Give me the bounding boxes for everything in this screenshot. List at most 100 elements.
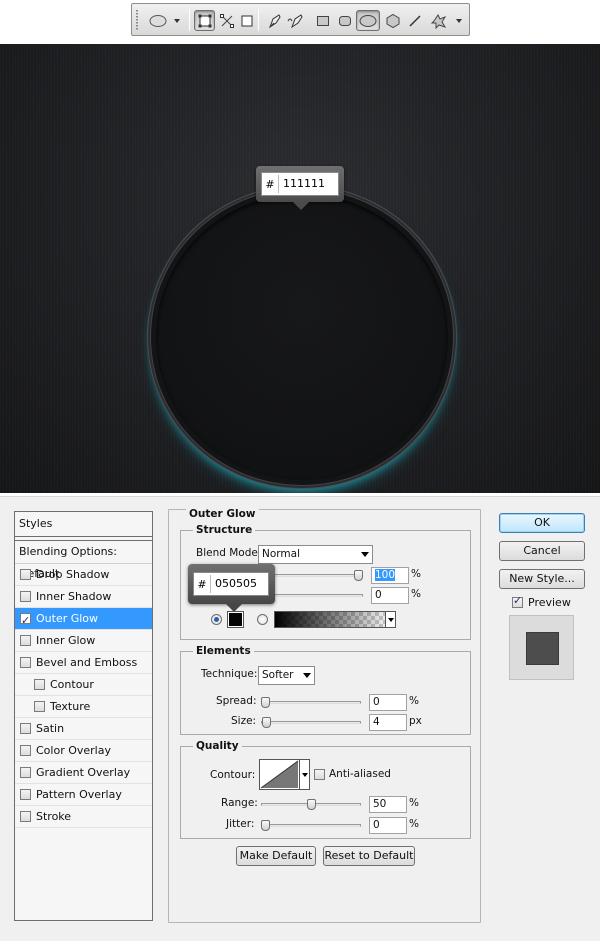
style-item-bevel-and-emboss[interactable]: Bevel and Emboss xyxy=(15,652,152,674)
style-checkbox[interactable] xyxy=(34,679,45,690)
opacity-slider-track[interactable] xyxy=(261,574,363,577)
hex-value-field[interactable]: 111111 xyxy=(278,175,335,193)
line-tool-button[interactable] xyxy=(404,10,425,31)
style-item-label: Gradient Overlay xyxy=(36,766,131,779)
ok-button[interactable]: OK xyxy=(499,513,585,533)
hex-color-callout: # 111111 xyxy=(256,166,344,210)
style-item-label: Color Overlay xyxy=(36,744,111,757)
elements-title: Elements xyxy=(193,645,254,657)
gradient-picker-dropdown[interactable] xyxy=(385,611,396,628)
style-checkbox[interactable] xyxy=(20,723,31,734)
style-checkbox[interactable] xyxy=(20,635,31,646)
style-checkbox[interactable] xyxy=(20,657,31,668)
jitter-slider-thumb[interactable] xyxy=(261,820,270,831)
style-item-satin[interactable]: Satin xyxy=(15,718,152,740)
contour-preview[interactable] xyxy=(259,759,300,790)
new-style-button[interactable]: New Style... xyxy=(499,569,585,589)
paths-button[interactable] xyxy=(216,10,237,31)
outer-glow-title: Outer Glow xyxy=(186,508,259,520)
opacity-slider-thumb[interactable] xyxy=(354,570,363,581)
custom-shape-icon xyxy=(430,13,462,29)
range-field[interactable]: 50 xyxy=(369,796,407,813)
toolbar-grip[interactable] xyxy=(136,10,138,30)
cancel-button[interactable]: Cancel xyxy=(499,541,585,561)
dark-circle-shape[interactable] xyxy=(151,189,453,485)
style-item-label: Inner Glow xyxy=(36,634,96,647)
elements-group: Elements Technique: Softer Spread: 0 % S… xyxy=(180,645,471,735)
color-hex-value-field[interactable]: 050505 xyxy=(210,575,265,593)
preview-label: Preview xyxy=(528,596,571,609)
paths-icon xyxy=(219,13,234,28)
opacity-unit: % xyxy=(411,568,421,580)
preview-checkbox[interactable] xyxy=(512,594,523,608)
pen-tool-button[interactable] xyxy=(264,10,285,31)
tool-preset-picker[interactable] xyxy=(144,10,184,31)
style-item-color-overlay[interactable]: Color Overlay xyxy=(15,740,152,762)
size-field[interactable]: 4 xyxy=(369,714,407,731)
style-item-contour[interactable]: Contour xyxy=(15,674,152,696)
glow-gradient-swatch[interactable] xyxy=(274,611,394,628)
style-checkbox[interactable] xyxy=(20,789,31,800)
size-slider-thumb[interactable] xyxy=(262,717,272,728)
opacity-field[interactable]: 100 xyxy=(371,567,409,584)
noise-unit: % xyxy=(411,588,421,600)
style-checkbox[interactable] xyxy=(20,811,31,822)
freeform-pen-icon xyxy=(287,13,303,28)
style-item-outer-glow[interactable]: Outer Glow xyxy=(15,608,152,631)
style-item-inner-glow[interactable]: Inner Glow xyxy=(15,630,152,652)
style-checkbox[interactable] xyxy=(34,701,45,712)
shape-layers-button[interactable] xyxy=(194,10,215,31)
spread-unit: % xyxy=(409,695,419,707)
range-slider-thumb[interactable] xyxy=(306,799,316,810)
gradient-radio[interactable] xyxy=(257,614,268,625)
spread-slider-thumb[interactable] xyxy=(261,697,270,708)
style-item-inner-shadow[interactable]: Inner Shadow xyxy=(15,586,152,608)
jitter-label: Jitter: xyxy=(226,818,255,830)
hex-hash: # xyxy=(265,177,275,191)
reset-to-default-button[interactable]: Reset to Default xyxy=(323,846,415,866)
technique-select[interactable]: Softer xyxy=(258,666,315,685)
noise-slider-track[interactable] xyxy=(261,594,363,597)
style-checkbox[interactable] xyxy=(20,610,31,631)
custom-shape-tool-button[interactable] xyxy=(428,10,466,31)
style-checkbox[interactable] xyxy=(20,591,31,602)
document-canvas[interactable]: # 111111 xyxy=(0,44,600,493)
fill-pixels-button[interactable] xyxy=(236,10,257,31)
style-item-stroke[interactable]: Stroke xyxy=(15,806,152,828)
preview-square xyxy=(526,632,559,665)
solid-color-radio[interactable] xyxy=(211,614,222,625)
chevron-down-icon xyxy=(361,552,369,557)
ellipse-tool-button[interactable] xyxy=(356,10,380,31)
blend-mode-select[interactable]: Normal xyxy=(258,545,373,564)
jitter-field[interactable]: 0 xyxy=(369,817,407,834)
styles-header[interactable]: Styles xyxy=(15,512,152,537)
noise-field[interactable]: 0 xyxy=(371,587,409,604)
freeform-pen-button[interactable] xyxy=(285,10,306,31)
anti-aliased-label: Anti-aliased xyxy=(329,768,391,780)
spread-field[interactable]: 0 xyxy=(369,694,407,711)
technique-value: Softer xyxy=(262,669,294,681)
style-checkbox[interactable] xyxy=(20,569,31,580)
contour-label: Contour: xyxy=(210,769,256,781)
range-unit: % xyxy=(409,797,419,809)
style-item-pattern-overlay[interactable]: Pattern Overlay xyxy=(15,784,152,806)
spread-slider-track[interactable] xyxy=(261,701,361,704)
jitter-slider-track[interactable] xyxy=(261,824,361,827)
rounded-rectangle-tool-button[interactable] xyxy=(334,10,355,31)
rectangle-icon xyxy=(316,15,329,26)
style-item-label: Inner Shadow xyxy=(36,590,112,603)
style-item-drop-shadow[interactable]: Drop Shadow xyxy=(15,564,152,586)
style-checkbox[interactable] xyxy=(20,767,31,778)
rectangle-tool-button[interactable] xyxy=(312,10,333,31)
contour-picker-dropdown[interactable] xyxy=(300,759,310,790)
anti-aliased-checkbox[interactable] xyxy=(314,769,325,780)
glow-color-swatch[interactable] xyxy=(227,611,244,628)
style-checkbox[interactable] xyxy=(20,745,31,756)
style-item-texture[interactable]: Texture xyxy=(15,696,152,718)
polygon-tool-button[interactable] xyxy=(382,10,403,31)
style-item-gradient-overlay[interactable]: Gradient Overlay xyxy=(15,762,152,784)
size-slider-track[interactable] xyxy=(261,721,361,724)
make-default-button[interactable]: Make Default xyxy=(236,846,316,866)
rounded-rectangle-icon xyxy=(338,15,351,26)
blending-options-item[interactable]: Blending Options: Default xyxy=(15,540,152,580)
